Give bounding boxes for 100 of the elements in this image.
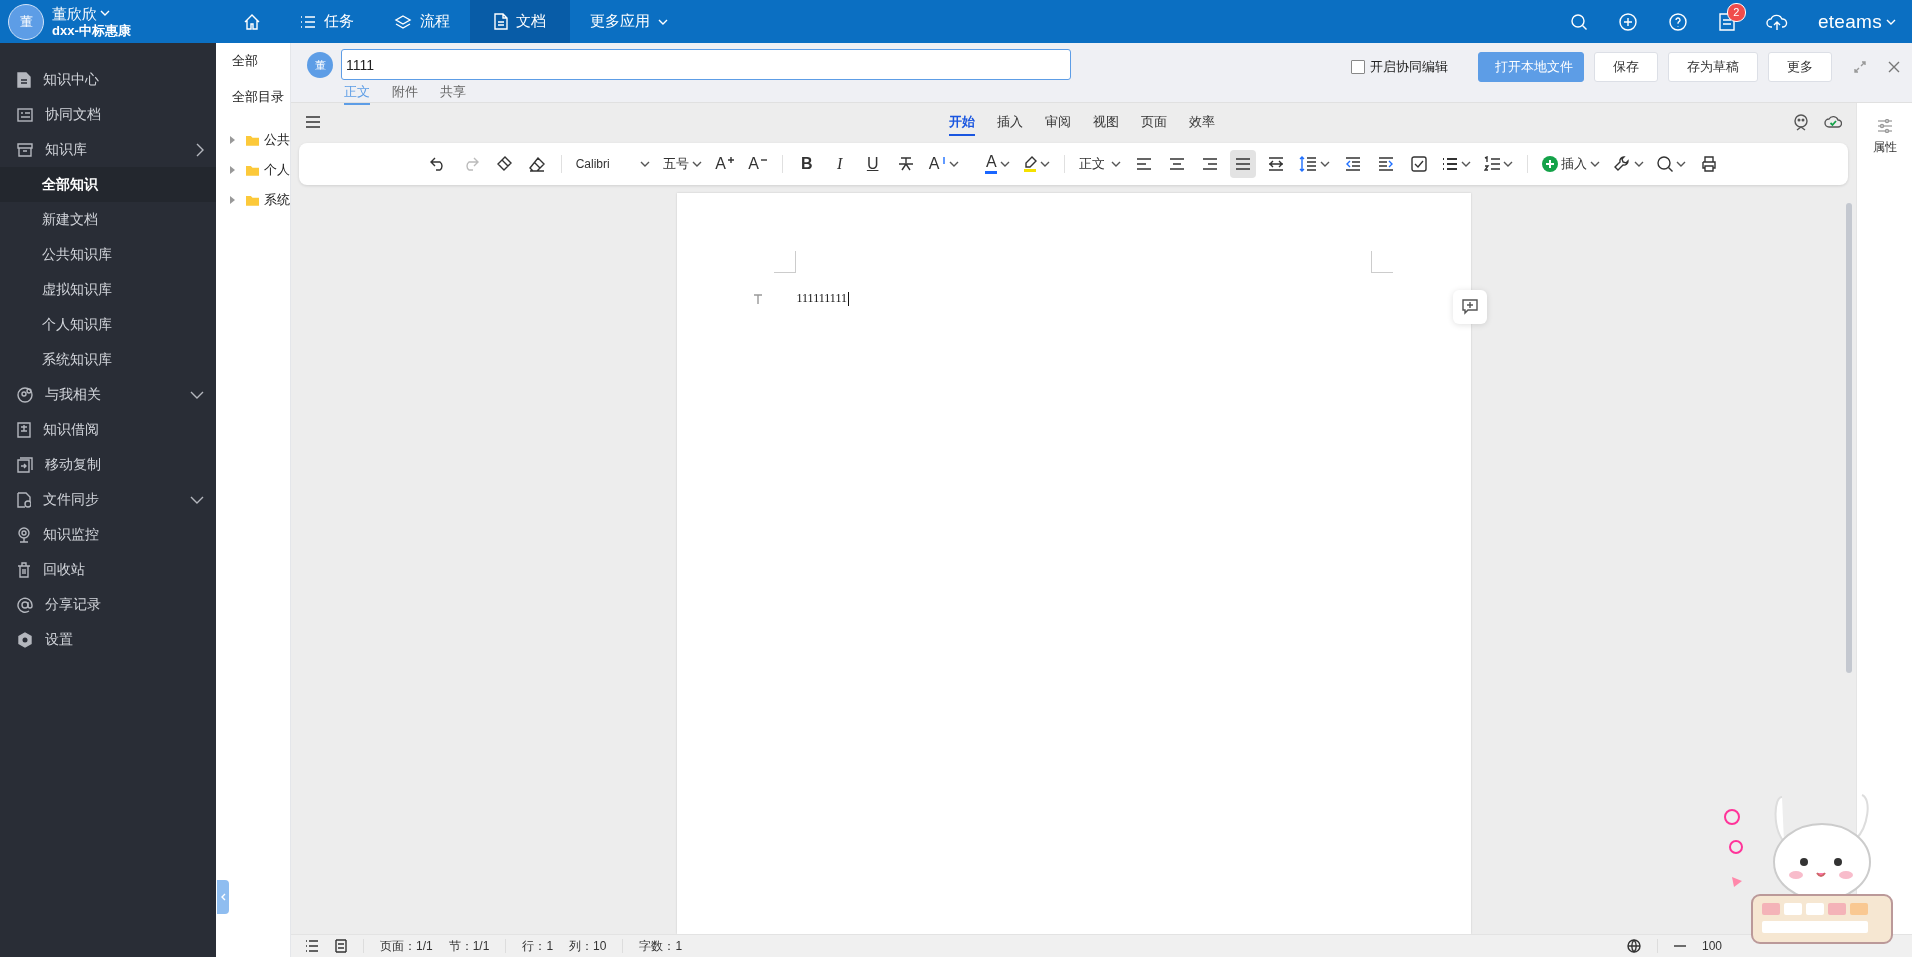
expand-arrow-icon[interactable]	[230, 166, 235, 174]
action-button[interactable]: 保存	[1594, 52, 1658, 82]
justify-button[interactable]	[1230, 150, 1257, 178]
ribbon-tab[interactable]: 效率	[1188, 107, 1215, 136]
globe-icon	[1626, 939, 1641, 953]
nav-tab[interactable]: 更多应用	[570, 0, 688, 43]
action-button[interactable]: 存为草稿	[1668, 52, 1758, 82]
paragraph-style-select[interactable]: 正文	[1076, 150, 1125, 178]
paragraph-text: 111111111	[796, 291, 847, 306]
cursor-icon	[942, 156, 947, 164]
close-button[interactable]	[1888, 61, 1900, 73]
tree-node[interactable]: 个人	[216, 155, 290, 185]
distribute-icon	[1268, 157, 1285, 171]
plus-circle-icon	[1542, 156, 1559, 172]
expand-arrow-icon[interactable]	[230, 196, 235, 204]
text-style-icon	[752, 293, 763, 304]
insert-button[interactable]: 插入	[1539, 150, 1604, 178]
sidebar-item[interactable]: 回收站	[0, 552, 216, 587]
nav-tab[interactable]: 任务	[280, 0, 374, 43]
nav-tab[interactable]: 流程	[374, 0, 470, 43]
title-input[interactable]: 1111	[341, 49, 1071, 80]
properties-button[interactable]: 属性	[1872, 119, 1897, 156]
document-tab[interactable]: 共享	[440, 83, 466, 105]
archive-box-icon	[17, 142, 33, 157]
sidebar-item[interactable]: 知识中心	[0, 62, 216, 97]
expand-arrow-icon[interactable]	[230, 136, 235, 144]
bullet-list-icon	[1442, 157, 1459, 171]
font-size-select[interactable]: 五号	[659, 150, 705, 178]
ribbon-tab[interactable]: 开始	[948, 107, 975, 136]
document-tab[interactable]: 附件	[392, 83, 418, 105]
menu-button[interactable]	[305, 115, 321, 128]
co-edit-label: 开启协同编辑	[1370, 58, 1448, 76]
at-sign-icon	[17, 596, 33, 613]
zoom-level[interactable]: 100	[1701, 939, 1722, 953]
help-button[interactable]	[1667, 11, 1688, 32]
ribbon-tab[interactable]: 视图	[1092, 107, 1119, 136]
folder-icon	[246, 133, 259, 147]
document-icon	[494, 13, 508, 30]
sidebar-item[interactable]: 知识监控	[0, 517, 216, 552]
scrollbar[interactable]	[1846, 203, 1852, 673]
sidebar-item[interactable]: 移动复制	[0, 447, 216, 482]
sliders-icon	[1876, 119, 1893, 133]
font-color-button[interactable]: A	[982, 150, 1014, 178]
help-icon	[1667, 11, 1688, 32]
italic-button[interactable]: I	[826, 150, 853, 178]
ribbon-tab[interactable]: 审阅	[1044, 107, 1071, 136]
sidebar-subitem[interactable]: 全部知识	[0, 167, 216, 202]
sidebar-subitem[interactable]: 虚拟知识库	[0, 272, 216, 307]
sidebar-subitem[interactable]: 新建文档	[0, 202, 216, 237]
sidebar-item[interactable]: 设置	[0, 622, 216, 657]
sidebar-item[interactable]: 知识借阅	[0, 412, 216, 447]
outline-button[interactable]	[305, 940, 319, 952]
page-corner-mark	[1370, 251, 1393, 273]
minus-icon	[1673, 945, 1686, 947]
user-name[interactable]: 董欣欣	[52, 4, 97, 22]
close-icon	[1888, 61, 1900, 73]
notification-badge: 2	[1726, 2, 1746, 22]
font-select[interactable]: Calibri	[572, 150, 653, 178]
page-break-button[interactable]	[335, 939, 347, 953]
author-avatar: 董	[307, 52, 333, 78]
sidebar-subitem[interactable]: 个人知识库	[0, 307, 216, 342]
action-button[interactable]: 更多	[1768, 52, 1832, 82]
sidebar-subitem[interactable]: 系统知识库	[0, 342, 216, 377]
brand-menu[interactable]: eteams	[1817, 10, 1896, 33]
assistant-button[interactable]	[1792, 112, 1810, 131]
chevron-down-icon	[691, 161, 702, 167]
sidebar-item[interactable]: 与我相关	[0, 377, 216, 412]
column-number: 列：10	[569, 937, 607, 955]
nav-tab[interactable]: 文档	[470, 0, 570, 43]
strikethrough-icon	[897, 156, 914, 172]
chevron-down-icon	[1000, 161, 1011, 167]
expand-icon	[1854, 61, 1866, 73]
tree-tab[interactable]: 全部	[232, 52, 258, 70]
change-case-button[interactable]: A	[925, 150, 963, 178]
trash-icon	[17, 561, 31, 578]
sidebar-item[interactable]: 分享记录	[0, 587, 216, 622]
collapse-handle[interactable]	[217, 880, 229, 914]
tree-node[interactable]: 系统	[216, 185, 290, 215]
bold-button[interactable]: B	[793, 150, 820, 178]
document-page[interactable]: 111111111	[676, 193, 1471, 934]
shrink-font-button[interactable]: A	[744, 150, 771, 178]
chevron-down-icon	[949, 161, 960, 167]
language-button[interactable]	[1626, 939, 1641, 953]
printer-icon	[1701, 156, 1718, 172]
sidebar-subitem[interactable]: 公共知识库	[0, 237, 216, 272]
page-count: 页面：1/1	[380, 937, 433, 955]
co-edit-checkbox[interactable]	[1351, 60, 1365, 74]
add-button[interactable]	[1617, 11, 1638, 32]
grow-font-button[interactable]: A	[711, 150, 738, 178]
tree-node[interactable]: 公共	[216, 125, 290, 155]
ribbon-tab[interactable]: 页面	[1140, 107, 1167, 136]
sidebar-item[interactable]: 协同文档	[0, 97, 216, 132]
sidebar-item[interactable]: 知识库	[0, 132, 216, 167]
add-comment-button[interactable]	[1452, 290, 1487, 324]
file-sync-icon	[17, 491, 31, 508]
ribbon-tab[interactable]: 插入	[996, 107, 1023, 136]
sidebar-item[interactable]: 文件同步	[0, 482, 216, 517]
tree-tab[interactable]: 全部目录	[232, 88, 284, 106]
search-button[interactable]	[1569, 12, 1588, 31]
underline-button[interactable]: U	[859, 150, 886, 178]
